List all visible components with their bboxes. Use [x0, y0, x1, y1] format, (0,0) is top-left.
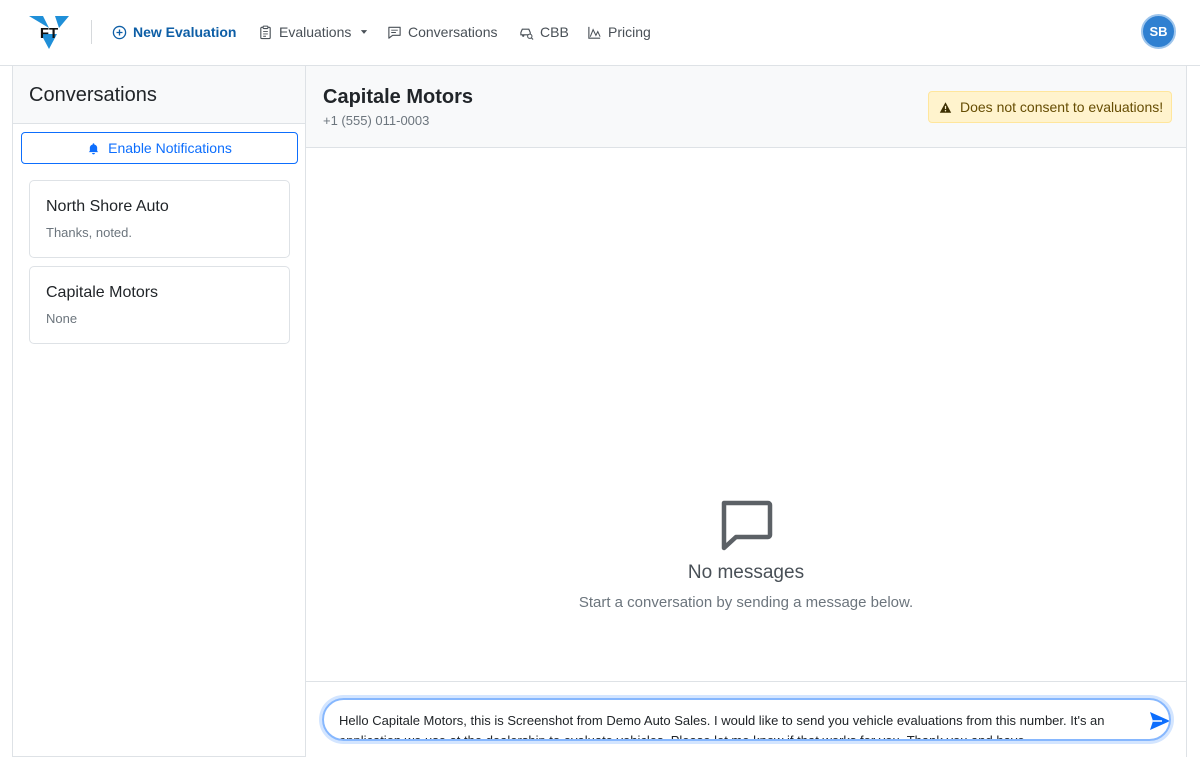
consent-warning-badge: Does not consent to evaluations!	[928, 91, 1173, 123]
empty-state-title: No messages	[687, 562, 805, 583]
nav-conversations-label: Conversations	[408, 24, 498, 40]
message-composer: Hello Capitale Motors, this is Screensho…	[306, 681, 1186, 757]
enable-notifications-label: Enable Notifications	[108, 140, 232, 156]
chat-contact-phone: +1 (555) 011-0003	[323, 113, 430, 128]
empty-state: No messages Start a conversation by send…	[306, 500, 1186, 611]
nav-evaluations-label: Evaluations	[279, 24, 352, 40]
chat-panel: Capitale Motors +1 (555) 011-0003 Does n…	[306, 66, 1187, 757]
conversations-sidebar: Conversations Enable Notifications North…	[12, 66, 306, 757]
plus-circle-icon	[112, 25, 127, 39]
warning-triangle-icon	[939, 101, 952, 113]
nav-pricing[interactable]: Pricing	[587, 20, 651, 44]
chat-square-icon	[721, 500, 773, 551]
bell-icon	[88, 142, 99, 154]
nav-conversations[interactable]: Conversations	[387, 20, 498, 44]
conversation-item-north-shore-auto[interactable]: North Shore Auto Thanks, noted.	[29, 180, 290, 258]
top-navbar: FT New Evaluation Evaluations Conversati…	[0, 0, 1200, 66]
nav-new-evaluation-label: New Evaluation	[133, 24, 237, 40]
caret-down-icon	[361, 30, 368, 34]
consent-warning-text: Does not consent to evaluations!	[960, 99, 1164, 115]
chat-header: Capitale Motors +1 (555) 011-0003 Does n…	[306, 66, 1186, 148]
clipboard-icon	[260, 25, 271, 39]
brand-logo[interactable]: FT	[29, 14, 69, 50]
car-search-icon	[520, 28, 534, 40]
sidebar-header: Conversations	[13, 66, 305, 124]
logo-text: FT	[40, 25, 58, 42]
nav-cbb-label: CBB	[540, 24, 569, 40]
nav-new-evaluation[interactable]: New Evaluation	[112, 20, 236, 44]
nav-pricing-label: Pricing	[608, 24, 651, 40]
chat-icon	[388, 26, 401, 39]
conversation-item-capitale-motors[interactable]: Capitale Motors None	[29, 266, 290, 344]
enable-notifications-button[interactable]: Enable Notifications	[21, 132, 298, 164]
conversation-preview: Thanks, noted.	[46, 225, 132, 240]
user-avatar[interactable]: SB	[1141, 14, 1176, 49]
sidebar-title: Conversations	[29, 84, 157, 106]
nav-cbb[interactable]: CBB	[519, 20, 569, 44]
message-input[interactable]: Hello Capitale Motors, this is Screensho…	[322, 698, 1171, 741]
chat-contact-name: Capitale Motors	[323, 86, 474, 108]
conversation-preview: None	[46, 311, 78, 326]
nav-evaluations-dropdown[interactable]: Evaluations	[258, 20, 369, 44]
nav-divider	[91, 20, 92, 44]
conversation-name: North Shore Auto	[46, 198, 169, 215]
message-input-text[interactable]: Hello Capitale Motors, this is Screensho…	[339, 711, 1129, 739]
send-icon[interactable]	[1149, 711, 1171, 731]
empty-state-subtitle: Start a conversation by sending a messag…	[578, 594, 914, 611]
chart-line-icon	[588, 26, 601, 39]
conversation-name: Capitale Motors	[46, 284, 159, 301]
